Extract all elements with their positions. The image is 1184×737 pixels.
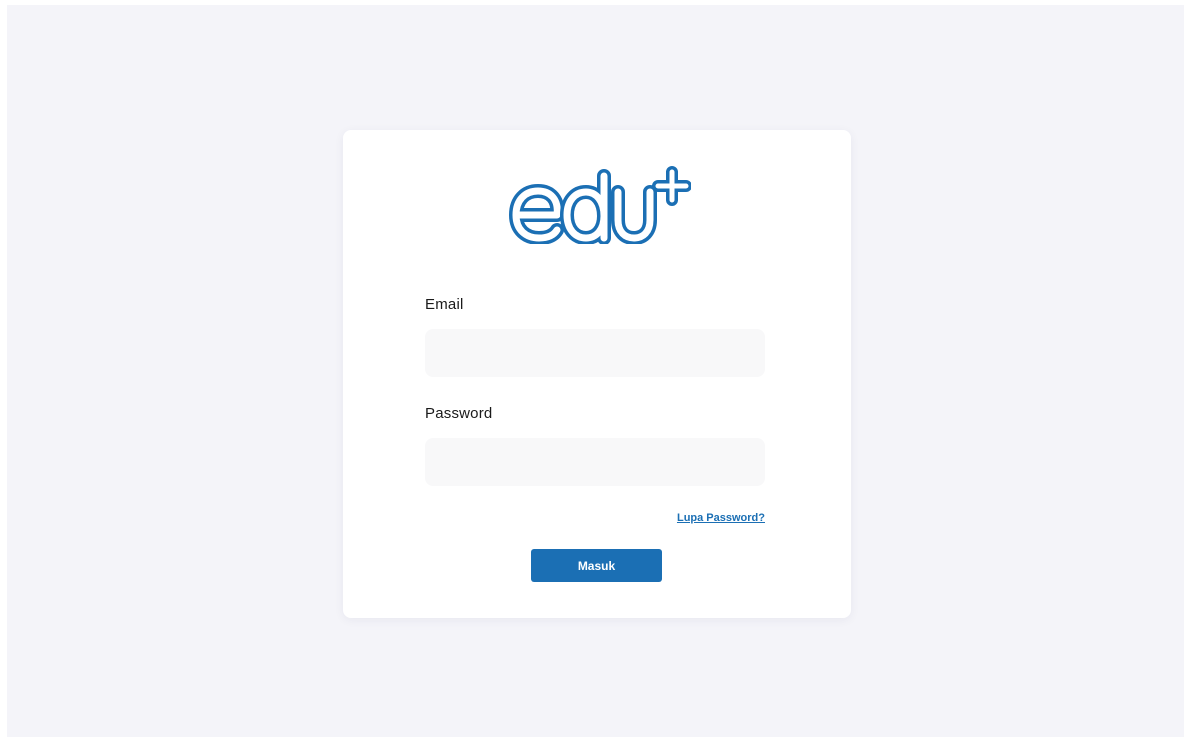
password-label: Password xyxy=(425,405,493,422)
email-label: Email xyxy=(425,296,464,313)
email-input[interactable] xyxy=(425,329,765,377)
page-background: Email Password Lupa Password? Masuk xyxy=(7,5,1184,737)
forgot-password-link[interactable]: Lupa Password? xyxy=(677,512,765,524)
login-submit-button[interactable]: Masuk xyxy=(531,549,662,582)
brand-logo xyxy=(509,166,691,244)
login-card: Email Password Lupa Password? Masuk xyxy=(343,130,851,618)
password-input[interactable] xyxy=(425,438,765,486)
